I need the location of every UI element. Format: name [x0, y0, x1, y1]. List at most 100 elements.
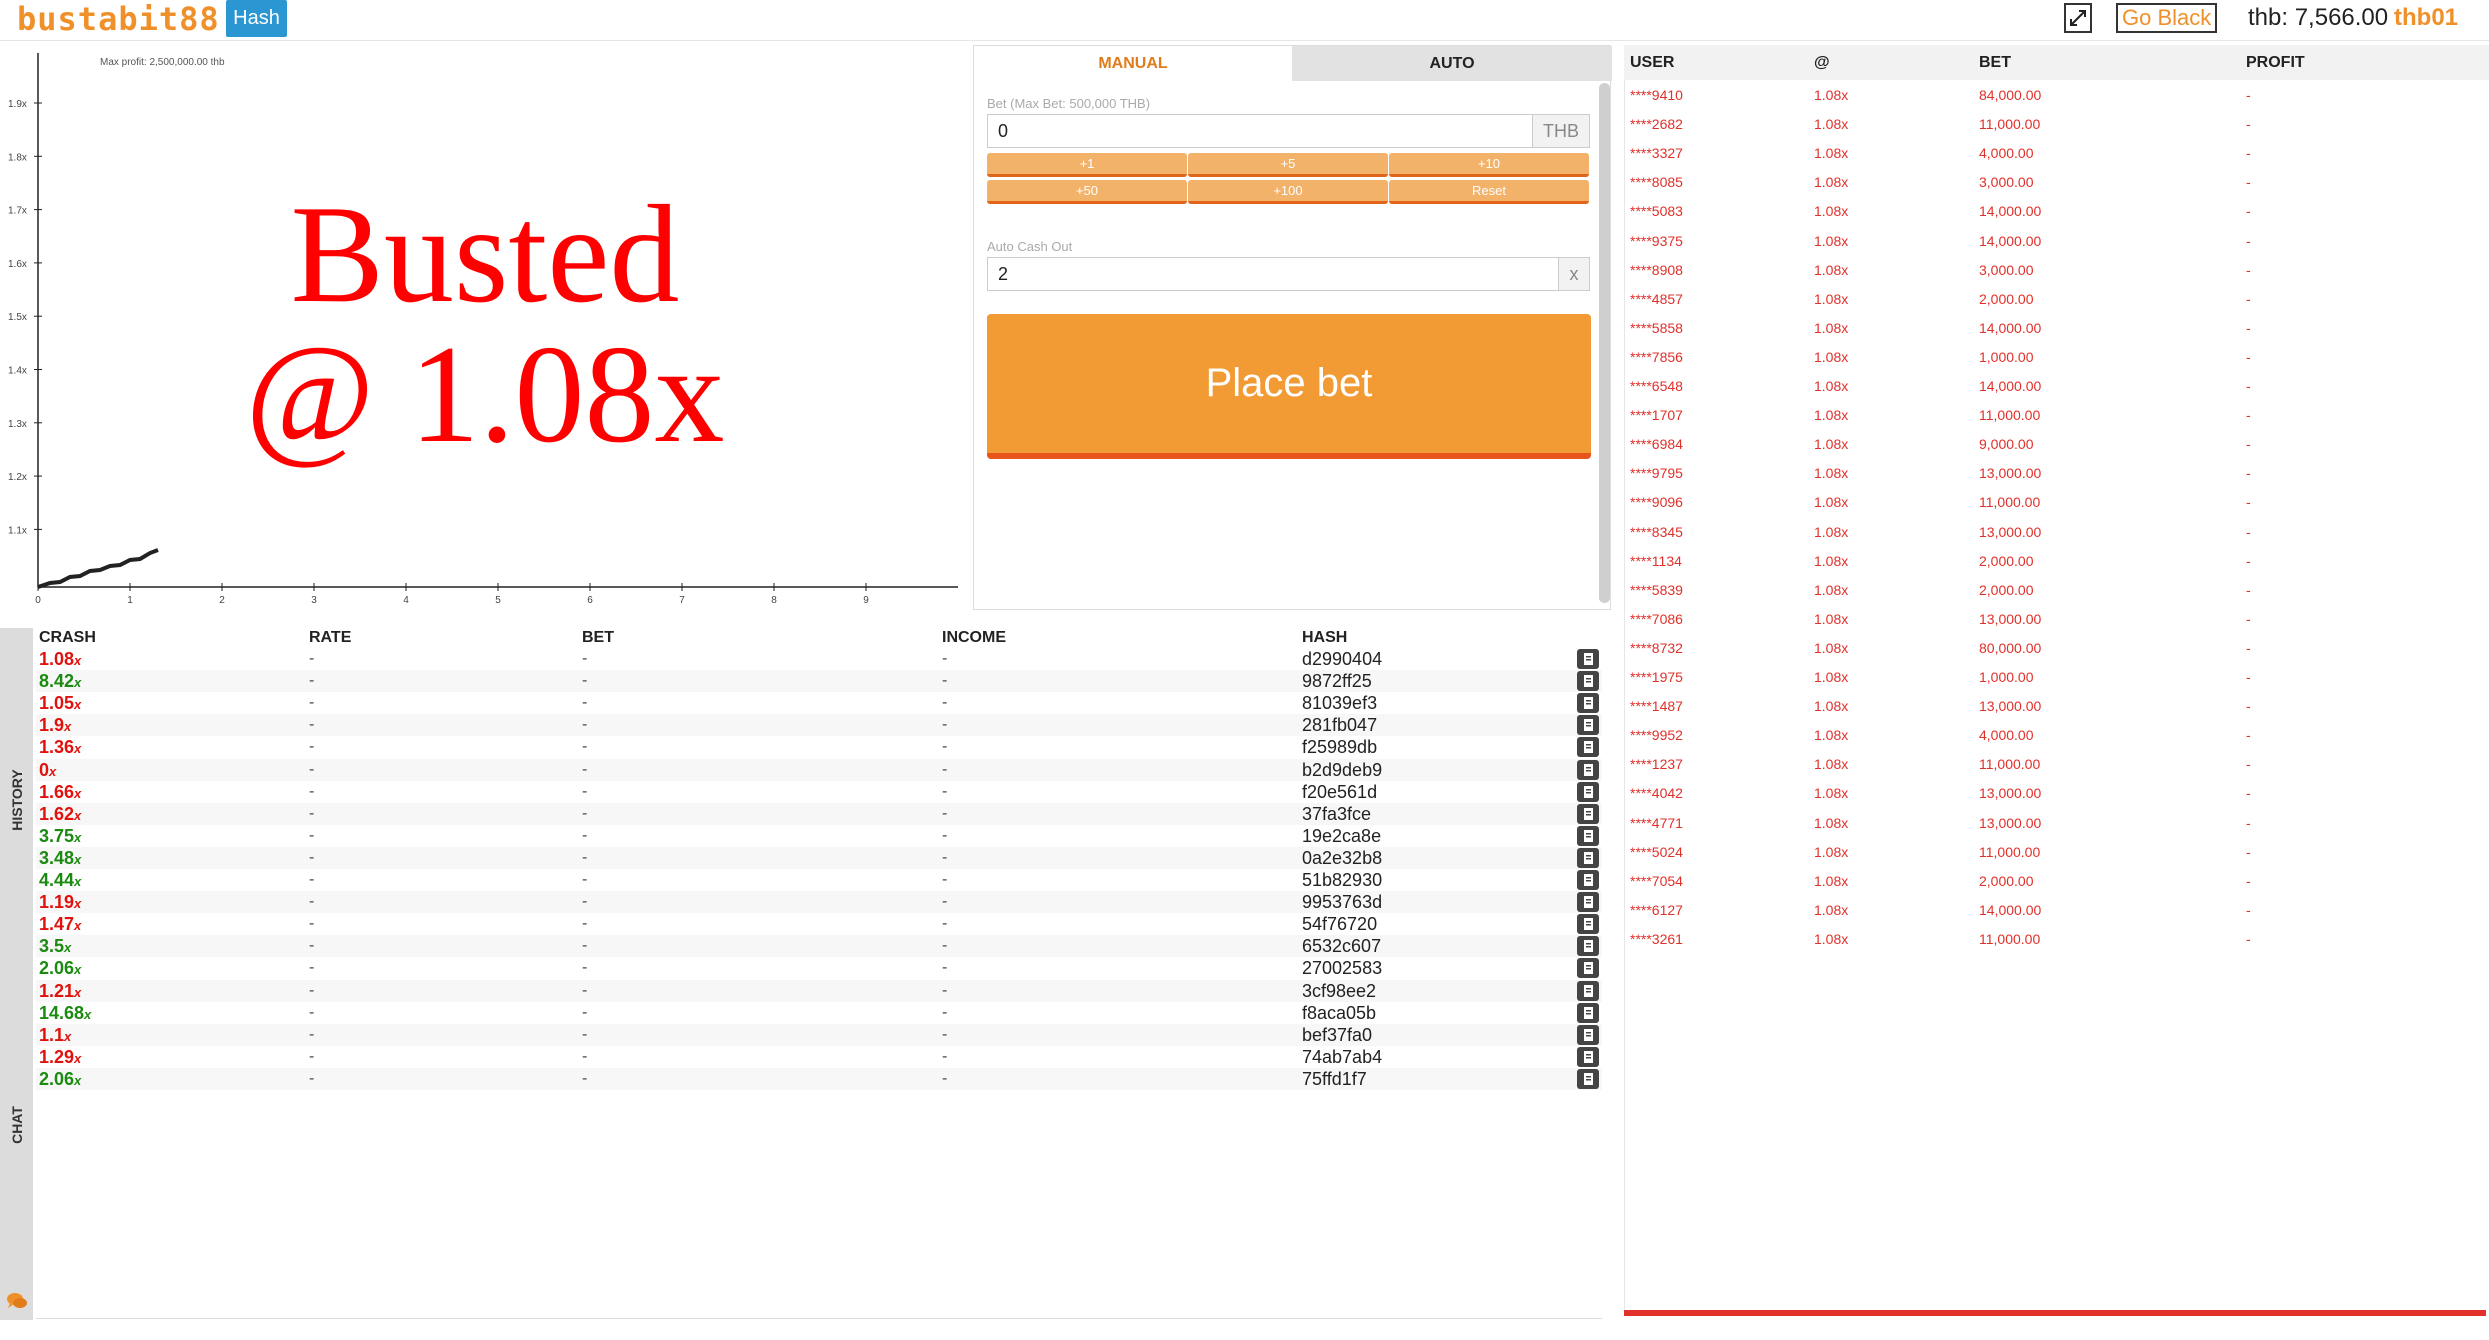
player-user[interactable]: ****1487 — [1630, 692, 1683, 721]
player-user[interactable]: ****9410 — [1630, 81, 1683, 110]
player-user[interactable]: ****2682 — [1630, 110, 1683, 139]
fullscreen-button[interactable] — [2064, 3, 2092, 33]
tab-auto[interactable]: AUTO — [1292, 46, 1612, 81]
crash-number: 1.05 — [39, 693, 75, 714]
history-hash: 9953763d — [1302, 892, 1383, 913]
copy-hash-icon[interactable] — [1577, 825, 1599, 846]
bet-plus-1-button[interactable]: +1 — [987, 153, 1187, 177]
player-user[interactable]: ****1134 — [1630, 547, 1682, 576]
player-user[interactable]: ****7086 — [1630, 605, 1683, 634]
history-rate: - — [309, 738, 315, 756]
player-cashout: 1.08x — [1814, 261, 1849, 278]
copy-hash-icon[interactable] — [1577, 1002, 1599, 1023]
copy-hash-icon[interactable] — [1577, 1024, 1599, 1045]
player-user[interactable]: ****5858 — [1630, 314, 1683, 343]
history-bet: - — [582, 937, 588, 955]
player-user[interactable]: ****8345 — [1630, 518, 1683, 547]
crash-number: 1.08 — [39, 649, 75, 669]
player-bet: 13,000.00 — [1979, 610, 2042, 627]
player-user[interactable]: ****3327 — [1630, 139, 1683, 168]
copy-hash-icon[interactable] — [1577, 892, 1599, 913]
tab-history[interactable]: HISTORY — [0, 700, 33, 900]
player-user[interactable]: ****1237 — [1630, 750, 1683, 779]
bet-plus-100-button[interactable]: +100 — [1188, 180, 1388, 204]
cashout-input[interactable]: 2 — [987, 257, 1559, 291]
copy-hash-icon[interactable] — [1577, 847, 1599, 868]
copy-hash-icon[interactable] — [1577, 936, 1599, 957]
y-tick-label: 1.4x — [8, 366, 27, 377]
player-cashout: 1.08x — [1814, 378, 1849, 394]
copy-hash-icon[interactable] — [1577, 759, 1599, 780]
logo[interactable]: bustabit88 — [17, 0, 220, 38]
player-user[interactable]: ****4771 — [1630, 809, 1683, 838]
history-income: - — [942, 782, 948, 800]
player-user[interactable]: ****9795 — [1630, 459, 1683, 488]
player-user[interactable]: ****1707 — [1630, 401, 1683, 430]
player-cashout: 1.08x — [1814, 465, 1849, 482]
player-user[interactable]: ****5839 — [1630, 576, 1683, 605]
crash-suffix: x — [74, 851, 82, 867]
player-user[interactable]: ****8085 — [1630, 168, 1683, 197]
copy-hash-icon[interactable] — [1577, 980, 1599, 1001]
player-row: ****1237 1.08x 11,000.00 - — [1624, 750, 2489, 779]
player-profit: - — [2246, 145, 2251, 162]
copy-hash-icon[interactable] — [1577, 737, 1599, 758]
player-user[interactable]: ****6548 — [1630, 372, 1683, 401]
player-profit: - — [2246, 552, 2251, 569]
player-profit: - — [2246, 261, 2251, 278]
player-user[interactable]: ****9375 — [1630, 227, 1683, 256]
copy-hash-icon[interactable] — [1577, 914, 1599, 935]
hash-button[interactable]: Hash — [226, 0, 287, 37]
copy-hash-icon[interactable] — [1577, 1046, 1599, 1067]
copy-hash-icon[interactable] — [1577, 715, 1599, 736]
player-user[interactable]: ****8908 — [1630, 256, 1683, 285]
go-black-button[interactable]: Go Black — [2116, 3, 2218, 33]
player-user[interactable]: ****7054 — [1630, 867, 1683, 896]
player-user[interactable]: ****5024 — [1630, 838, 1683, 867]
player-user[interactable]: ****5083 — [1630, 197, 1683, 226]
crash-suffix: x — [74, 874, 82, 889]
player-bet: 14,000.00 — [1979, 232, 2042, 249]
player-row: ****1975 1.08x 1,000.00 - — [1624, 663, 2489, 692]
panel-scrollbar[interactable] — [1599, 83, 1610, 603]
player-user[interactable]: ****9096 — [1630, 488, 1683, 517]
player-user[interactable]: ****4857 — [1630, 285, 1683, 314]
player-user[interactable]: ****3261 — [1630, 925, 1683, 954]
history-rate: - — [309, 871, 315, 888]
player-profit: - — [2246, 494, 2251, 511]
copy-hash-icon[interactable] — [1577, 671, 1599, 692]
player-user[interactable]: ****6127 — [1630, 896, 1683, 925]
player-profit: - — [2246, 756, 2251, 773]
copy-hash-icon[interactable] — [1577, 1068, 1599, 1089]
history-bet: - — [582, 981, 588, 999]
username[interactable]: thb01 — [2394, 4, 2458, 32]
chat-icon[interactable] — [6, 1290, 28, 1312]
player-user[interactable]: ****1975 — [1630, 663, 1683, 692]
copy-hash-icon[interactable] — [1577, 649, 1599, 669]
tab-manual[interactable]: MANUAL — [974, 46, 1292, 81]
bet-plus-50-button[interactable]: +50 — [987, 180, 1187, 204]
copy-hash-icon[interactable] — [1577, 870, 1599, 890]
history-income: - — [942, 716, 948, 734]
bet-plus-10-button[interactable]: +10 — [1389, 153, 1589, 177]
history-row: 3.5x - - - 6532c607 — [36, 935, 1602, 958]
history-rate: - — [309, 981, 315, 999]
bet-reset-button[interactable]: Reset — [1389, 180, 1589, 204]
player-user[interactable]: ****8732 — [1630, 634, 1683, 663]
bet-plus-5-button[interactable]: +5 — [1188, 153, 1388, 177]
copy-hash-icon[interactable] — [1577, 958, 1599, 979]
copy-hash-icon[interactable] — [1577, 693, 1599, 714]
bet-input[interactable]: 0 — [987, 114, 1533, 148]
player-bet: 11,000.00 — [1979, 407, 2041, 424]
player-user[interactable]: ****4042 — [1630, 779, 1683, 808]
history-row: 1.21x - - - 3cf98ee2 — [36, 979, 1602, 1002]
place-bet-button[interactable]: Place bet — [987, 314, 1591, 459]
tab-chat[interactable]: CHAT — [0, 1075, 33, 1175]
player-user[interactable]: ****9952 — [1630, 721, 1683, 750]
player-user[interactable]: ****7856 — [1630, 343, 1683, 372]
player-user[interactable]: ****6984 — [1630, 430, 1683, 459]
player-profit: - — [2246, 639, 2251, 656]
copy-hash-icon[interactable] — [1577, 781, 1599, 802]
copy-hash-icon[interactable] — [1577, 803, 1599, 824]
history-bet: - — [582, 959, 588, 977]
